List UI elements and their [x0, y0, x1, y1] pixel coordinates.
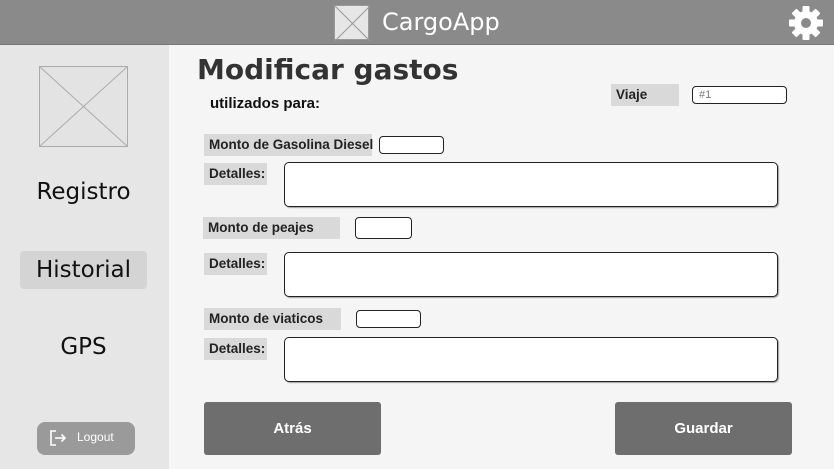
- per-diem-details-textarea[interactable]: [284, 337, 778, 382]
- gear-icon[interactable]: [788, 5, 824, 41]
- sidebar-item-historial[interactable]: Historial: [20, 251, 147, 289]
- diesel-details-label: Detalles:: [204, 163, 267, 185]
- image-placeholder-icon: [334, 5, 371, 42]
- main-content: Modificar gastos utilizados para: Viaje …: [169, 45, 834, 469]
- trip-input[interactable]: [692, 86, 787, 104]
- sidebar: Registro Historial GPS Logout: [0, 45, 169, 469]
- per-diem-details-label: Detalles:: [204, 338, 267, 360]
- diesel-details-textarea[interactable]: [284, 162, 778, 207]
- trip-label: Viaje: [611, 84, 679, 106]
- tolls-amount-label: Monto de peajes: [203, 217, 340, 239]
- top-bar: CargoApp: [0, 0, 834, 45]
- save-button[interactable]: Guardar: [615, 402, 792, 455]
- app-title: CargoApp: [382, 8, 500, 36]
- tolls-details-label: Detalles:: [204, 253, 267, 275]
- per-diem-amount-input[interactable]: [356, 310, 421, 328]
- tolls-details-textarea[interactable]: [284, 252, 778, 297]
- page-title: Modificar gastos: [197, 53, 459, 86]
- logout-icon: [49, 429, 67, 447]
- diesel-amount-input[interactable]: [379, 136, 444, 154]
- sidebar-item-registro[interactable]: Registro: [20, 173, 147, 211]
- tolls-amount-input[interactable]: [355, 217, 412, 239]
- subtitle: utilizados para:: [210, 95, 321, 112]
- back-button[interactable]: Atrás: [204, 402, 381, 455]
- diesel-amount-label: Monto de Gasolina Diesel: [204, 134, 373, 156]
- logout-button[interactable]: Logout: [37, 422, 135, 455]
- avatar: [39, 66, 128, 147]
- sidebar-item-gps[interactable]: GPS: [20, 328, 147, 366]
- logout-label: Logout: [77, 430, 114, 444]
- per-diem-amount-label: Monto de viaticos: [204, 308, 341, 330]
